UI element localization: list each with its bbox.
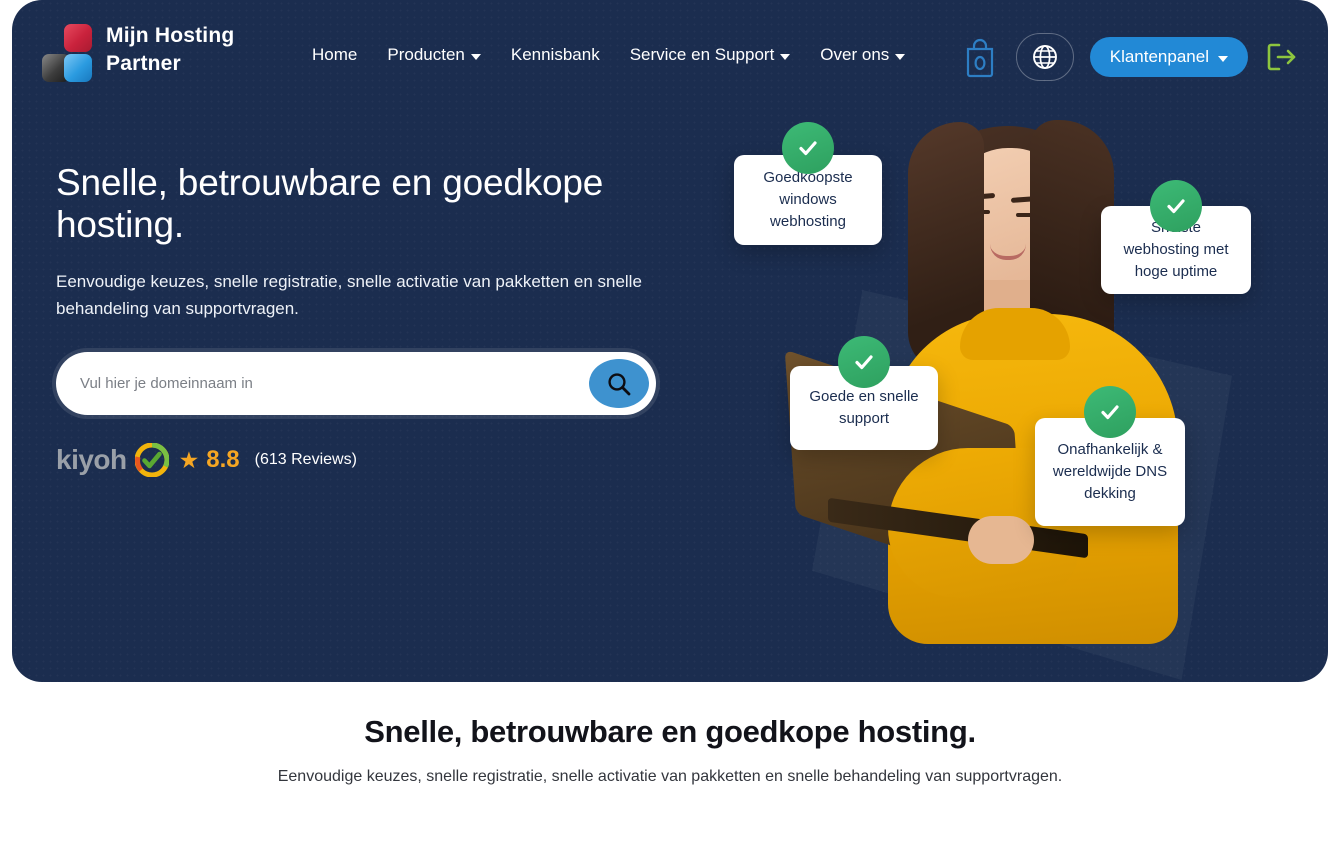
check-icon (1150, 180, 1202, 232)
feature-card-label: Goedkoopste windows webhosting (763, 169, 853, 230)
hero-subtitle: Eenvoudige keuzes, snelle registratie, s… (56, 272, 642, 318)
feature-card-label: Onafhankelijk & wereldwijde DNS dekking (1052, 441, 1168, 502)
check-icon (782, 122, 834, 174)
brand-line-2: Partner (106, 52, 181, 75)
nav-label: Producten (387, 45, 465, 64)
globe-icon (1032, 45, 1057, 69)
hero-panel: Mijn Hosting Partner Home Producten Kenn… (12, 0, 1328, 682)
chevron-down-icon (1218, 55, 1228, 62)
feature-card-goedkoopste-windows-webhosting: Goedkoopste windows webhosting (734, 122, 882, 245)
hoodie-collar (960, 308, 1070, 360)
nav-label: Over ons (820, 45, 890, 64)
brand-line-1: Mijn Hosting (106, 24, 235, 47)
nav-label: Kennisbank (510, 45, 600, 64)
section-subtitle: Eenvoudige keuzes, snelle registratie, s… (277, 768, 1063, 785)
logout-button[interactable] (1264, 39, 1300, 75)
kiyoh-brand-label: kiyoh (56, 444, 127, 475)
feature-card-label: Goede en snelle support (809, 388, 919, 427)
brand-logo-link[interactable]: Mijn Hosting Partner (42, 18, 234, 82)
chevron-down-icon (780, 53, 791, 60)
nav-item-service-en-support[interactable]: Service en Support (630, 44, 791, 66)
nav-label: Service en Support (629, 45, 775, 64)
feature-card-snelste-webhosting: Snelste webhosting met hoge uptime (1101, 180, 1251, 294)
feature-card-goede-en-snelle-support: Goede en snelle support (790, 336, 938, 450)
header-actions: 0 Klantenpanel (960, 33, 1300, 81)
rating-star-icon: ★ (178, 446, 200, 473)
check-icon (1084, 386, 1136, 438)
shopping-bag-icon (966, 38, 993, 78)
main-navigation: Home Producten Kennisbank Service en Sup… (312, 44, 906, 66)
intro-section: Snelle, betrouwbare en goedkope hosting.… (0, 712, 1340, 789)
customer-panel-button[interactable]: Klantenpanel (1089, 37, 1248, 77)
nav-label: Home (312, 45, 358, 64)
brand-name: Mijn Hosting Partner (106, 22, 234, 78)
rating-score: 8.8 (206, 446, 240, 473)
nav-item-home[interactable]: Home (312, 44, 357, 66)
logout-arrow-icon (1267, 43, 1296, 71)
search-icon (608, 372, 631, 395)
hero-content: Snelle, betrouwbare en goedkope hosting.… (56, 162, 676, 478)
hand (968, 516, 1034, 564)
logo-square-red-icon (64, 24, 92, 52)
chevron-down-icon (470, 53, 481, 60)
kiyoh-rating[interactable]: kiyoh ★ 8.8 (613 Reviews) (56, 442, 676, 478)
feature-card-onafhankelijk-dns-dekking: Onafhankelijk & wereldwijde DNS dekking (1035, 386, 1185, 526)
cart-button[interactable]: 0 (960, 36, 1000, 78)
logo-mark (42, 18, 94, 82)
hero-title: Snelle, betrouwbare en goedkope hosting. (56, 162, 604, 245)
language-button[interactable] (1015, 33, 1074, 81)
domain-search-button[interactable] (589, 359, 649, 408)
nav-item-kennisbank[interactable]: Kennisbank (511, 44, 600, 66)
kiyoh-badge-icon (134, 442, 170, 478)
section-title: Snelle, betrouwbare en goedkope hosting. (364, 714, 976, 749)
domain-search-bar (56, 352, 656, 415)
nav-item-producten[interactable]: Producten (387, 44, 481, 66)
rating-review-count: (613 Reviews) (254, 451, 357, 468)
check-icon (838, 336, 890, 388)
domain-search-input[interactable] (56, 352, 656, 415)
logo-square-blue-icon (64, 54, 92, 82)
chevron-down-icon (895, 53, 906, 60)
customer-panel-label: Klantenpanel (1109, 47, 1209, 66)
nav-item-over-ons[interactable]: Over ons (820, 44, 906, 66)
